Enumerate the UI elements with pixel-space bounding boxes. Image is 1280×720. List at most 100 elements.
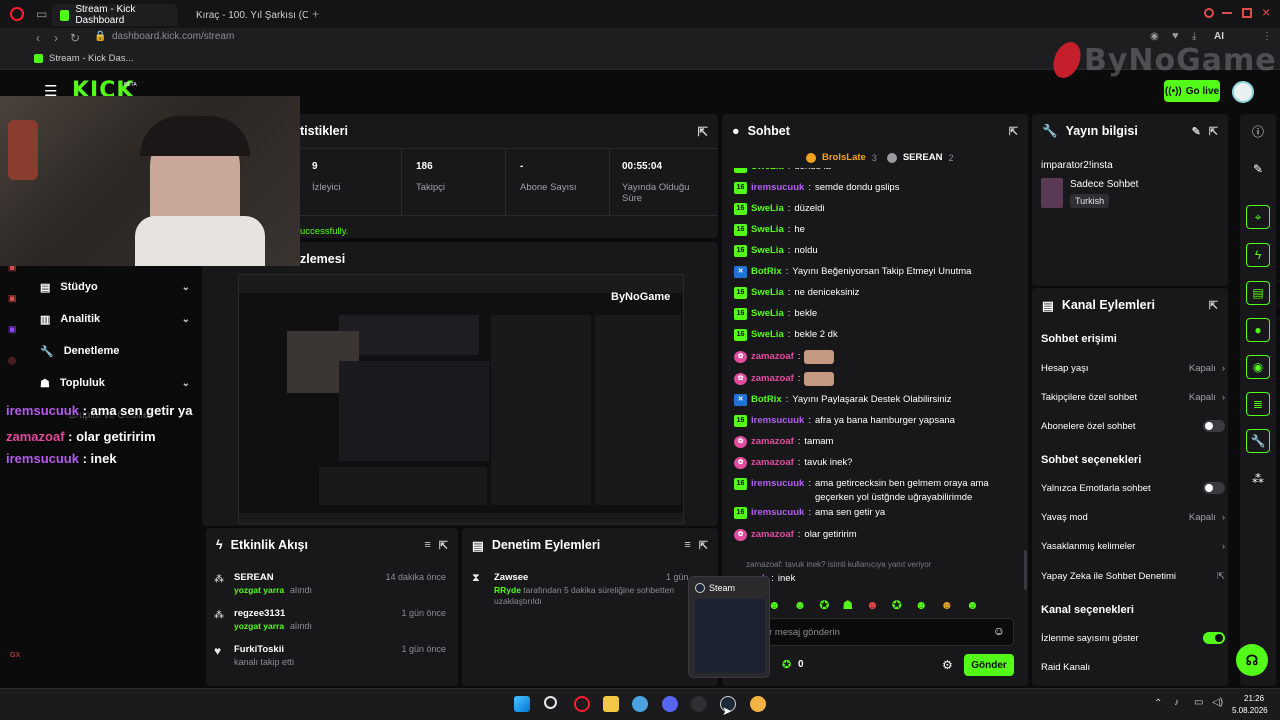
ai-moderation-row[interactable]: Yapay Zeka ile Sohbet Denetimi ⇱ [1041,565,1225,587]
sidebar-item-analytics[interactable]: ▥ Analitik ⌄ [40,307,190,331]
volume-icon[interactable]: ◁) [1212,697,1223,708]
rail-broadcast-icon[interactable]: ◉ [1246,355,1270,379]
emote-only-toggle[interactable] [1203,482,1225,494]
chat-user[interactable]: zamazoaf [751,435,794,449]
network-icon[interactable]: ▭ [1194,697,1203,708]
chat-user[interactable]: zamazoaf [751,350,794,364]
search-icon[interactable] [544,696,557,709]
forward-icon[interactable]: › [54,31,58,45]
download-icon[interactable]: ⤓ [1192,31,1196,42]
settings-app-icon[interactable] [632,696,648,712]
rail-wrench-icon[interactable]: 🔧 [1246,429,1270,453]
tab-menu-icon[interactable]: ▭ [36,7,47,21]
rail-icon[interactable]: ◎ [8,355,17,366]
chat-user[interactable]: BotRix [751,393,782,407]
support-chat-button[interactable]: ☊ [1236,644,1268,676]
category-name[interactable]: Sadece Sohbet [1070,179,1138,190]
chat-user[interactable]: SweLia [751,244,784,258]
emote-icon[interactable]: ☻ [866,598,879,612]
chat-user[interactable]: iremsucuuk [751,506,804,520]
rail-chat-icon[interactable]: ● [1246,318,1270,342]
account-age-row[interactable]: Hesap yaşı Kapalı › [1041,357,1225,379]
menu-icon[interactable]: ⋮ [1262,31,1272,42]
emote-icon[interactable]: ✪ [819,598,829,612]
emote-icon[interactable]: ✪ [892,598,902,612]
filter-icon[interactable]: ≡ [684,539,690,551]
close-window-icon[interactable]: × [1262,4,1270,20]
url-field[interactable]: dashboard.kick.com/stream [112,31,234,42]
chat-input[interactable]: ir mesaj gönderin ☺ [734,618,1014,646]
tab-kick-dashboard[interactable]: Stream - Kick Dashboard [52,4,178,26]
steam-preview-popup[interactable]: Steam [688,576,770,678]
go-live-button[interactable]: ((•)) Go live [1164,80,1220,102]
filter-icon[interactable]: ≡ [424,539,430,551]
popout-icon[interactable]: ⇱ [1009,125,1018,138]
sidebar-item-studio[interactable]: ▤ Stüdyo ⌄ [40,275,190,299]
windows-start-icon[interactable] [514,696,530,712]
opera-logo-icon[interactable] [10,7,24,21]
bookmark-kick[interactable]: Stream - Kick Das... [34,53,133,64]
sidebar-item-moderation[interactable]: 🔧 Denetleme [40,339,190,363]
rail-scan-icon[interactable]: ⌖ [1246,205,1270,229]
slow-mode-row[interactable]: Yavaş mod Kapalı › [1041,506,1225,528]
app-icon[interactable] [750,696,766,712]
rail-list-icon[interactable]: ≣ [1246,392,1270,416]
clock-date[interactable]: 5.08.2026 [1232,706,1268,715]
popout-icon[interactable]: ⇱ [699,539,708,552]
chat-user[interactable]: iremsucuuk [751,181,804,195]
avatar[interactable] [1232,81,1254,103]
new-tab-icon[interactable]: + [312,7,319,21]
chat-user[interactable]: SweLia [751,202,784,216]
show-views-toggle[interactable] [1203,632,1225,644]
rail-bolt-icon[interactable]: ϟ [1246,243,1270,267]
discord-icon[interactable] [662,696,678,712]
edit-icon[interactable]: ✎ [1192,125,1201,138]
popout-icon[interactable]: ⇱ [698,124,708,139]
send-button[interactable]: Gönder [964,654,1014,676]
chat-scrollbar[interactable] [1024,550,1027,590]
heart-icon[interactable]: ♥ [1172,30,1179,42]
emote-icon[interactable]: ☻ [794,598,807,612]
maximize-icon[interactable] [1242,8,1252,18]
rail-icon[interactable]: GX [10,652,20,659]
emote-icon[interactable]: ☗ [842,598,853,612]
microphone-icon[interactable]: ♪ [1174,697,1179,708]
chat-user[interactable]: iremsucuuk [751,477,804,491]
search-tabs-icon[interactable] [1204,8,1214,18]
popout-icon[interactable]: ⇱ [1209,125,1218,138]
chat-user[interactable]: SweLia [751,223,784,237]
twitch-icon[interactable]: ▣ [8,324,17,335]
emote-icon[interactable]: ☻ [940,598,953,612]
chat-user[interactable]: zamazoaf [751,372,794,386]
tab-youtube[interactable]: Kıraç - 100. Yıl Şarkısı (Offi [182,4,308,26]
chat-user[interactable]: SweLia [751,307,784,321]
clock-time[interactable]: 21:26 [1244,694,1264,703]
camera-icon[interactable]: ◉ [1150,31,1159,42]
chat-message-list[interactable]: 16SweLia:dondu la16iremsucuuk:semde dond… [722,168,1028,590]
popout-icon[interactable]: ⇱ [439,539,448,552]
file-explorer-icon[interactable] [603,696,619,712]
chat-user[interactable]: iremsucuuk [751,414,804,428]
banned-words-row[interactable]: Yasaklanmış kelimeler › [1041,535,1225,557]
followers-only-row[interactable]: Takipçilere özel sohbet Kapalı › [1041,386,1225,408]
gear-icon[interactable]: ⚙ [942,658,953,672]
info-icon[interactable]: ⓘ [1246,119,1270,143]
popout-icon[interactable]: ⇱ [1209,299,1218,312]
raid-row[interactable]: Raid Kanalı [1041,656,1225,678]
rail-document-icon[interactable]: ▤ [1246,281,1270,305]
pencil-icon[interactable]: ✎ [1246,157,1270,181]
subs-only-toggle[interactable] [1203,420,1225,432]
minimize-icon[interactable] [1222,12,1232,14]
rail-users-icon[interactable]: ⁂ [1246,467,1270,491]
emote-icon[interactable]: ☻ [966,598,979,612]
chat-user[interactable]: SweLia [751,286,784,300]
app-icon[interactable] [691,696,707,712]
stream-preview-video[interactable]: ByNoGame [238,274,684,524]
emote-icon[interactable]: ☻ [915,598,928,612]
chat-user[interactable]: zamazoaf [751,456,794,470]
sidebar-item-community[interactable]: ☗ Topluluk ⌄ [40,371,190,395]
back-icon[interactable]: ‹ [36,31,40,45]
emoji-picker-icon[interactable]: ☺ [993,624,1005,638]
rail-icon[interactable]: ▣ [8,293,17,304]
chat-user[interactable]: BotRix [751,265,782,279]
